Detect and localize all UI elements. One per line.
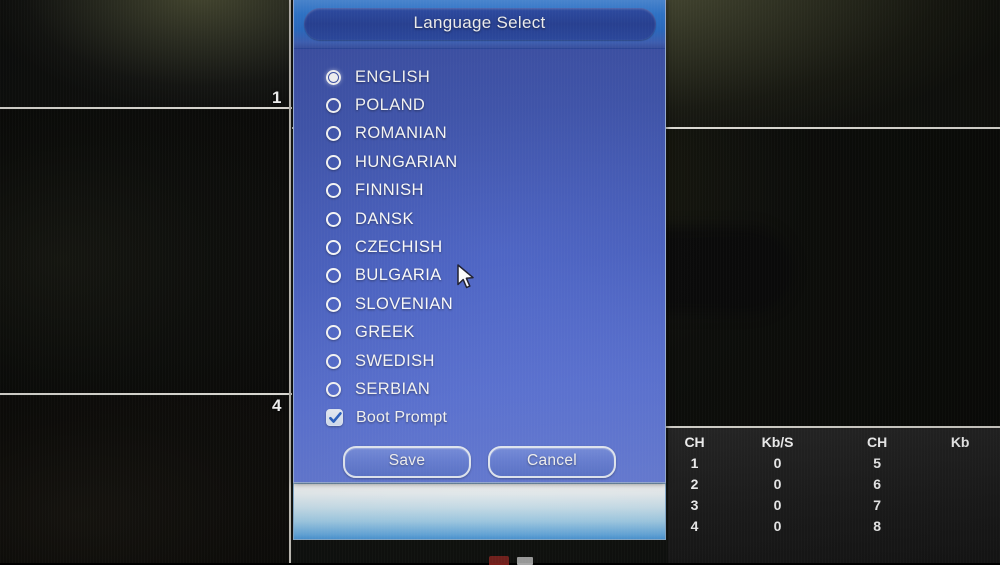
dialog-titlebar: Language Select bbox=[294, 0, 665, 49]
cell-bitrate: 0 bbox=[773, 496, 782, 513]
language-option-label: HUNGARIAN bbox=[355, 152, 458, 171]
radio-button-icon[interactable] bbox=[326, 154, 341, 170]
language-option-romanian[interactable]: ROMANIAN bbox=[326, 120, 665, 148]
video-pane-channel-1[interactable] bbox=[0, 0, 290, 108]
language-option-label: SWEDISH bbox=[355, 351, 435, 370]
video-feed-7 bbox=[0, 396, 290, 563]
bitrate-table: CH Kb/S CH Kb 1 0 5 2 0 6 3 0 7 4 0 8 bbox=[668, 428, 1000, 538]
radio-button-icon[interactable] bbox=[326, 325, 341, 341]
language-option-label: POLAND bbox=[355, 96, 426, 115]
language-option-label: CZECHISH bbox=[355, 238, 443, 257]
language-option-czechish[interactable]: CZECHISH bbox=[326, 233, 665, 261]
cell-channel: 8 bbox=[873, 517, 882, 534]
radio-button-icon[interactable] bbox=[326, 183, 341, 199]
cell-bitrate: 0 bbox=[773, 454, 782, 471]
cell-channel: 1 bbox=[690, 454, 699, 471]
cell-bitrate bbox=[920, 475, 1000, 496]
radio-button-selected-icon[interactable] bbox=[326, 69, 341, 85]
bitrate-panel: CH Kb/S CH Kb 1 0 5 2 0 6 3 0 7 4 0 8 bbox=[668, 428, 1000, 563]
cell-channel: 7 bbox=[873, 496, 882, 513]
language-option-label: FINNISH bbox=[355, 181, 424, 200]
footer-bar bbox=[293, 483, 666, 540]
channel-number-label: 1 bbox=[272, 88, 282, 107]
boot-prompt-label: Boot Prompt bbox=[356, 408, 448, 426]
radio-button-icon[interactable] bbox=[326, 381, 341, 397]
radio-button-icon[interactable] bbox=[326, 353, 341, 369]
grid-divider-horizontal bbox=[0, 107, 292, 109]
logo-red-mark bbox=[489, 556, 509, 565]
video-feed-1 bbox=[0, 0, 290, 108]
language-option-label: BULGARIA bbox=[355, 266, 442, 285]
radio-button-icon[interactable] bbox=[326, 268, 341, 284]
language-option-hungarian[interactable]: HUNGARIAN bbox=[326, 148, 665, 176]
table-row: 4 0 8 bbox=[668, 517, 1000, 538]
language-option-bulgaria[interactable]: BULGARIA bbox=[326, 262, 665, 290]
cell-channel: 3 bbox=[690, 496, 699, 513]
table-row: 2 0 6 bbox=[668, 475, 1000, 496]
video-pane-channel-4[interactable] bbox=[0, 110, 290, 394]
checkbox-checked-icon[interactable] bbox=[326, 409, 343, 427]
channel-number-label: 4 bbox=[272, 396, 282, 415]
cell-channel: 6 bbox=[873, 475, 882, 492]
language-option-greek[interactable]: GREEK bbox=[326, 319, 665, 347]
cell-channel: 4 bbox=[690, 517, 699, 534]
bitrate-table-header-row: CH Kb/S CH Kb bbox=[668, 428, 1000, 454]
logo-white-mark bbox=[517, 557, 533, 565]
radio-button-icon[interactable] bbox=[326, 240, 341, 256]
table-row: 1 0 5 bbox=[668, 454, 1000, 475]
grid-divider-horizontal bbox=[0, 393, 292, 395]
language-option-list: ENGLISH POLAND ROMANIAN HUNGARIAN FINNIS… bbox=[294, 49, 665, 432]
cell-bitrate bbox=[920, 517, 1000, 538]
dialog-button-row: Save Cancel bbox=[294, 446, 665, 479]
video-feed-4 bbox=[0, 110, 290, 394]
column-header-kbs-2: Kb bbox=[950, 434, 970, 450]
dialog-title: Language Select bbox=[303, 8, 656, 40]
language-option-label: SERBIAN bbox=[355, 379, 431, 398]
cell-channel: 5 bbox=[873, 454, 882, 471]
cell-bitrate bbox=[920, 454, 1000, 475]
language-option-label: ENGLISH bbox=[355, 67, 431, 86]
language-option-english[interactable]: ENGLISH bbox=[326, 63, 665, 91]
checkmark-icon bbox=[329, 412, 342, 424]
cancel-button[interactable]: Cancel bbox=[488, 446, 616, 479]
language-option-label: GREEK bbox=[355, 323, 415, 342]
video-pane-channel-7[interactable] bbox=[0, 396, 290, 563]
language-option-label: DANSK bbox=[355, 209, 414, 228]
cell-channel: 2 bbox=[690, 475, 699, 492]
table-row: 3 0 7 bbox=[668, 496, 1000, 517]
save-button[interactable]: Save bbox=[343, 446, 471, 479]
grid-divider-vertical bbox=[289, 0, 291, 563]
language-option-slovenian[interactable]: SLOVENIAN bbox=[326, 290, 665, 318]
column-header-kbs: Kb/S bbox=[761, 434, 794, 450]
cell-bitrate: 0 bbox=[773, 517, 782, 534]
cell-bitrate: 0 bbox=[773, 475, 782, 492]
language-option-finnish[interactable]: FINNISH bbox=[326, 177, 665, 205]
boot-prompt-option[interactable]: Boot Prompt bbox=[326, 404, 665, 432]
language-option-poland[interactable]: POLAND bbox=[326, 91, 665, 119]
radio-button-icon[interactable] bbox=[326, 296, 341, 312]
language-select-dialog: Language Select ENGLISH POLAND ROMANIAN … bbox=[293, 0, 666, 483]
column-header-ch: CH bbox=[684, 434, 705, 450]
radio-button-icon[interactable] bbox=[326, 98, 341, 114]
column-header-ch-2: CH bbox=[867, 434, 888, 450]
cell-bitrate bbox=[920, 496, 1000, 517]
language-option-swedish[interactable]: SWEDISH bbox=[326, 347, 665, 375]
language-option-label: SLOVENIAN bbox=[355, 294, 454, 313]
radio-button-icon[interactable] bbox=[326, 126, 341, 142]
language-option-label: ROMANIAN bbox=[355, 124, 448, 143]
language-option-dansk[interactable]: DANSK bbox=[326, 205, 665, 233]
language-option-serbian[interactable]: SERBIAN bbox=[326, 375, 665, 403]
logo-icon bbox=[489, 556, 541, 565]
radio-button-icon[interactable] bbox=[326, 211, 341, 227]
